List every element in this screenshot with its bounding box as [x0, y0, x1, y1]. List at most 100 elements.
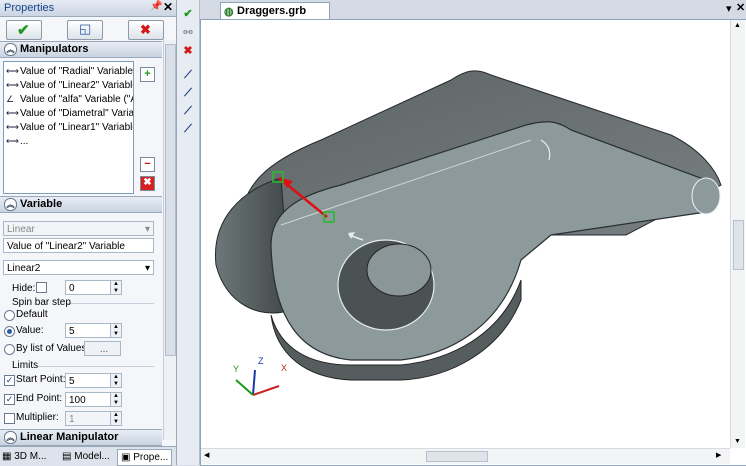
- collapse-icon[interactable]: ︽: [4, 431, 17, 444]
- variable-name-select[interactable]: Linear2: [3, 260, 154, 275]
- cancel-icon[interactable]: ✖: [182, 45, 194, 57]
- value-radio[interactable]: [4, 326, 15, 337]
- collapse-icon[interactable]: ︽: [4, 43, 17, 56]
- folder-icon: ▤: [62, 451, 72, 462]
- properties-panel: Properties 📌 ✕ ✔ ◱ ✖ ︽ Manipulators ⟷Val…: [0, 0, 177, 466]
- list-values-button[interactable]: ...: [84, 341, 121, 356]
- list-item[interactable]: ⟷Value of "Diametral" Variable (: [6, 106, 134, 120]
- list-item-label: Value of "Linear1" Variable ("L: [20, 122, 133, 133]
- scroll-down-icon[interactable]: ▼: [734, 438, 741, 445]
- list-item-label: Value of "Diametral" Variable (: [20, 108, 134, 119]
- cancel-button[interactable]: ✖: [128, 20, 164, 40]
- ruler-icon: ⟷: [6, 122, 19, 132]
- start-point-label: Start Point:: [16, 374, 66, 385]
- dimension-tool-icon[interactable]: ⟋: [182, 87, 194, 99]
- scroll-left-icon[interactable]: ◀: [204, 451, 209, 459]
- spin-step-group-label: Spin bar step: [12, 297, 71, 308]
- list-item[interactable]: ⟷...: [6, 134, 28, 148]
- scroll-up-icon[interactable]: ▲: [734, 22, 741, 29]
- start-point-checkbox[interactable]: ✓: [4, 375, 15, 386]
- variable-header[interactable]: ︽ Variable: [0, 196, 162, 213]
- manipulators-header[interactable]: ︽ Manipulators: [0, 41, 162, 58]
- ruler-icon: ⟷: [6, 108, 19, 118]
- multiplier-spinner[interactable]: ▲ ▼: [110, 411, 122, 426]
- list-values-label: By list of Values: [16, 343, 87, 354]
- start-point-spinner[interactable]: ▲ ▼: [110, 373, 122, 388]
- default-label: Default: [16, 309, 48, 320]
- document-close-icon[interactable]: ✕: [736, 1, 745, 14]
- list-values-radio[interactable]: [4, 344, 15, 355]
- preview-icon: ◱: [79, 21, 92, 36]
- collapse-icon[interactable]: ︽: [4, 198, 17, 211]
- list-item-label: ...: [20, 136, 29, 147]
- tab-model[interactable]: ▤ Model...: [62, 449, 110, 464]
- panel-scrollbar[interactable]: [163, 40, 176, 440]
- hide-spinner[interactable]: ▲ ▼: [110, 280, 122, 295]
- viewport-vertical-scrollbar[interactable]: ▲ ▼: [730, 20, 745, 448]
- scroll-right-icon[interactable]: ▶: [716, 451, 721, 459]
- remove-manipulator-button[interactable]: −: [140, 157, 155, 172]
- list-item[interactable]: ⟷Value of "Linear1" Variable ("L: [6, 120, 133, 134]
- end-point-field[interactable]: 100: [65, 392, 111, 407]
- axis-z-label: Z: [258, 356, 264, 366]
- variable-type-select[interactable]: Linear: [3, 221, 154, 236]
- step-value-field[interactable]: 5: [65, 323, 111, 338]
- multiplier-checkbox[interactable]: [4, 413, 15, 424]
- document-icon: ◍: [224, 6, 234, 18]
- check-icon[interactable]: ✔: [182, 8, 194, 20]
- dimension-tool-icon[interactable]: ⟋: [182, 123, 194, 135]
- multiplier-field[interactable]: 1: [65, 411, 111, 426]
- list-item[interactable]: ∠ Value of "alfa" Variable ("Angu: [6, 92, 133, 106]
- scroll-thumb[interactable]: [165, 44, 176, 356]
- limits-group-label: Limits: [12, 360, 39, 371]
- document-tab-title: Draggers.grb: [237, 5, 307, 17]
- manipulators-header-label: Manipulators: [20, 43, 89, 55]
- cube-icon: ▦: [2, 451, 12, 462]
- list-item-label: Value of "Linear2" Variable ("L: [20, 80, 133, 91]
- panel-title-bar: Properties 📌 ✕: [0, 0, 176, 17]
- linear-manipulator-header-label: Linear Manipulator: [20, 431, 119, 443]
- value-label: Value:: [16, 325, 44, 336]
- list-item-label: Value of "alfa" Variable ("Angu: [20, 94, 133, 105]
- part-model[interactable]: [201, 20, 746, 465]
- angle-icon: ∠: [6, 94, 15, 104]
- dimension-tool-icon[interactable]: ⟋: [182, 105, 194, 117]
- tab-properties[interactable]: ▣ Prope...: [117, 449, 173, 466]
- end-point-spinner[interactable]: ▲ ▼: [110, 392, 122, 407]
- hide-checkbox[interactable]: [36, 282, 47, 293]
- pin-icon[interactable]: 📌: [150, 1, 162, 12]
- document-tab[interactable]: ◍ Draggers.grb: [220, 2, 330, 20]
- ruler-icon: ⟷: [6, 80, 19, 90]
- step-value-spinner[interactable]: ▲ ▼: [110, 323, 122, 338]
- ruler-icon: ⟷: [6, 66, 19, 76]
- default-radio[interactable]: [4, 310, 15, 321]
- scroll-thumb[interactable]: [426, 451, 488, 462]
- list-item[interactable]: ⟷Value of "Radial" Variable ("Ra: [6, 64, 133, 78]
- variable-description-field[interactable]: Value of "Linear2" Variable: [3, 238, 154, 253]
- ruler-icon: ⟷: [6, 136, 19, 146]
- tab-3d-model[interactable]: ▦ 3D M...: [2, 449, 46, 464]
- manipulators-list[interactable]: ⟷Value of "Radial" Variable ("Ra ⟷Value …: [3, 61, 134, 194]
- delete-manipulator-button[interactable]: ✖: [140, 176, 155, 191]
- panel-title: Properties: [4, 2, 55, 14]
- end-point-checkbox[interactable]: ✓: [4, 394, 15, 405]
- preview-button[interactable]: ◱: [67, 20, 103, 40]
- scroll-thumb[interactable]: [733, 220, 744, 270]
- axis-y-line: [235, 379, 254, 396]
- dimension-tool-icon[interactable]: ⟋: [182, 69, 194, 81]
- add-manipulator-button[interactable]: +: [140, 67, 155, 82]
- linear-manipulator-header[interactable]: ︽ Linear Manipulator: [0, 429, 162, 446]
- axis-x-line: [252, 385, 280, 396]
- divider: [66, 303, 154, 304]
- start-point-field[interactable]: 5: [65, 373, 111, 388]
- list-item[interactable]: ⟷Value of "Linear2" Variable ("L: [6, 78, 133, 92]
- link-icon[interactable]: ⚯: [182, 27, 194, 39]
- viewport-3d[interactable]: Z X Y: [200, 19, 746, 466]
- check-icon: ✔: [17, 22, 30, 39]
- tab-list-dropdown[interactable]: ▾: [726, 2, 732, 15]
- panel-close-icon[interactable]: ✕: [163, 0, 173, 14]
- ok-button[interactable]: ✔: [6, 20, 42, 40]
- hide-value-field[interactable]: 0: [65, 280, 111, 295]
- tab-label: Prope...: [133, 452, 169, 463]
- viewport-horizontal-scrollbar[interactable]: ◀ ▶: [201, 448, 730, 464]
